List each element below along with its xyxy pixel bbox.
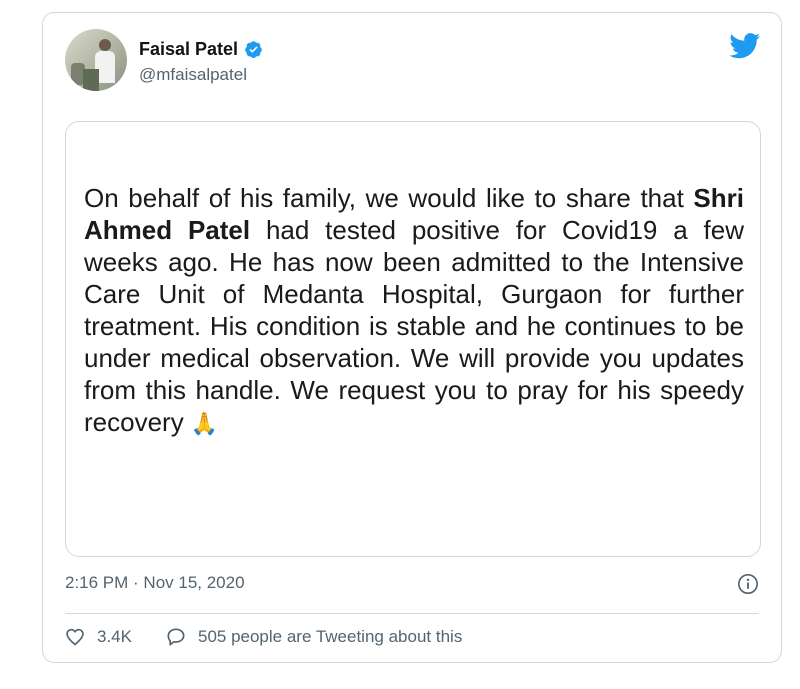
author-handle[interactable]: @mfaisalpatel [139,65,247,85]
statement-part1: On behalf of his family, we would like t… [84,183,694,213]
statement-part2: had tested positive for Covid19 a few we… [84,215,744,437]
twitter-bird-icon[interactable] [729,33,761,59]
folded-hands-emoji: 🙏 [190,411,219,436]
verified-badge-icon [245,41,262,59]
avatar[interactable] [65,29,127,91]
tweet-card: Faisal Patel @mfaisalpatel On behalf of … [42,12,782,663]
heart-icon [66,628,84,646]
author-name-row[interactable]: Faisal Patel [139,39,263,60]
statement-text: On behalf of his family, we would like t… [84,182,744,440]
tweeting-about-link[interactable]: 505 people are Tweeting about this [166,627,462,647]
divider [65,613,759,614]
author-name[interactable]: Faisal Patel [139,39,238,60]
tweeting-about-text: 505 people are Tweeting about this [197,627,463,646]
tweet-actions: 3.4K 505 people are Tweeting about this [65,627,462,647]
like-count: 3.4K [97,627,132,646]
statement-image[interactable]: On behalf of his family, we would like t… [65,121,761,557]
speech-bubble-icon [167,628,185,646]
like-button[interactable]: 3.4K [65,627,132,647]
info-icon[interactable] [737,573,759,595]
tweet-timestamp[interactable]: 2:16 PM · Nov 15, 2020 [65,573,245,593]
